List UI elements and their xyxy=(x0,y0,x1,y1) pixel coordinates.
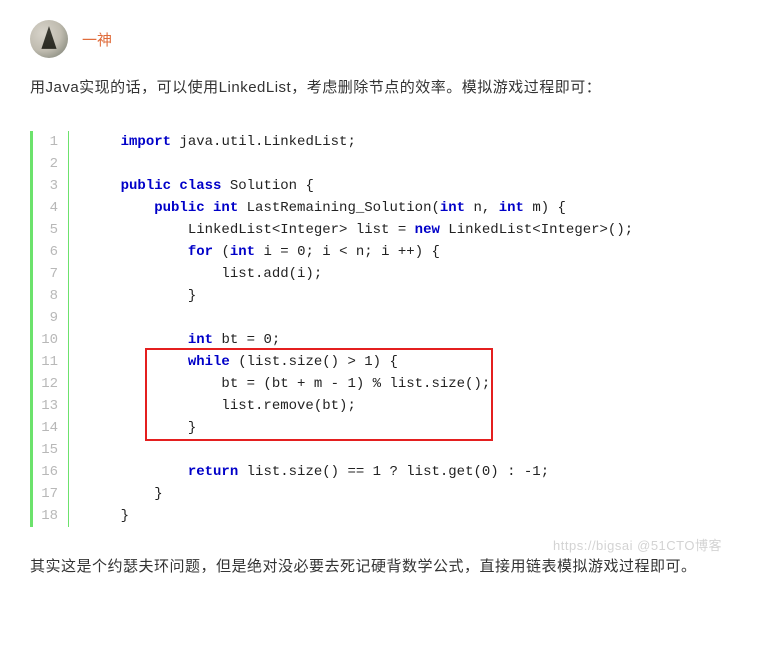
code-line: 4 public int LastRemaining_Solution(int … xyxy=(33,197,730,219)
code-line: 14 } xyxy=(33,417,730,439)
outro-paragraph: 其实这是个约瑟夫环问题，但是绝对没必要去死记硬背数学公式，直接用链表模拟游戏过程… xyxy=(30,553,730,582)
code-content: bt = (bt + m - 1) % list.size(); xyxy=(69,373,490,395)
code-line: 9 xyxy=(33,307,730,329)
code-line: 8 } xyxy=(33,285,730,307)
code-content: list.remove(bt); xyxy=(69,395,356,417)
line-number: 2 xyxy=(33,153,69,175)
page-root: 一神 用Java实现的话，可以使用LinkedList，考虑删除节点的效率。模拟… xyxy=(30,20,730,582)
line-number: 8 xyxy=(33,285,69,307)
code-line: 12 bt = (bt + m - 1) % list.size(); xyxy=(33,373,730,395)
code-line: 17 } xyxy=(33,483,730,505)
code-content: int bt = 0; xyxy=(69,329,280,351)
avatar[interactable] xyxy=(30,20,68,58)
line-number: 16 xyxy=(33,461,69,483)
code-line: 1 import java.util.LinkedList; xyxy=(33,131,730,153)
line-number: 9 xyxy=(33,307,69,329)
code-line: 6 for (int i = 0; i < n; i ++) { xyxy=(33,241,730,263)
post-header: 一神 xyxy=(30,20,730,58)
line-number: 6 xyxy=(33,241,69,263)
code-line: 3 public class Solution { xyxy=(33,175,730,197)
code-content: import java.util.LinkedList; xyxy=(69,131,356,153)
code-content: } xyxy=(69,483,163,505)
code-line: 15 xyxy=(33,439,730,461)
code-content: LinkedList<Integer> list = new LinkedLis… xyxy=(69,219,633,241)
code-content: while (list.size() > 1) { xyxy=(69,351,398,373)
code-content: public int LastRemaining_Solution(int n,… xyxy=(69,197,566,219)
line-number: 17 xyxy=(33,483,69,505)
line-number: 3 xyxy=(33,175,69,197)
code-content: return list.size() == 1 ? list.get(0) : … xyxy=(69,461,549,483)
username-link[interactable]: 一神 xyxy=(82,29,112,50)
code-line: 10 int bt = 0; xyxy=(33,329,730,351)
code-line: 2 xyxy=(33,153,730,175)
code-content: } xyxy=(69,285,196,307)
line-number: 15 xyxy=(33,439,69,461)
line-number: 13 xyxy=(33,395,69,417)
code-content: } xyxy=(69,505,129,527)
code-line: 16 return list.size() == 1 ? list.get(0)… xyxy=(33,461,730,483)
code-line: 18 } xyxy=(33,505,730,527)
watermark: https://bigsai @51CTO博客 xyxy=(553,535,722,554)
line-number: 1 xyxy=(33,131,69,153)
code-block: 1 import java.util.LinkedList;23 public … xyxy=(30,131,730,527)
code-content: for (int i = 0; i < n; i ++) { xyxy=(69,241,440,263)
code-content: list.add(i); xyxy=(69,263,322,285)
code-line: 13 list.remove(bt); xyxy=(33,395,730,417)
code-content: } xyxy=(69,417,196,439)
code-content: public class Solution { xyxy=(69,175,314,197)
line-number: 5 xyxy=(33,219,69,241)
code-line: 7 list.add(i); xyxy=(33,263,730,285)
intro-paragraph: 用Java实现的话，可以使用LinkedList，考虑删除节点的效率。模拟游戏过… xyxy=(30,74,730,101)
line-number: 11 xyxy=(33,351,69,373)
line-number: 18 xyxy=(33,505,69,527)
line-number: 4 xyxy=(33,197,69,219)
code-line: 11 while (list.size() > 1) { xyxy=(33,351,730,373)
line-number: 7 xyxy=(33,263,69,285)
line-number: 14 xyxy=(33,417,69,439)
code-line: 5 LinkedList<Integer> list = new LinkedL… xyxy=(33,219,730,241)
line-number: 12 xyxy=(33,373,69,395)
line-number: 10 xyxy=(33,329,69,351)
